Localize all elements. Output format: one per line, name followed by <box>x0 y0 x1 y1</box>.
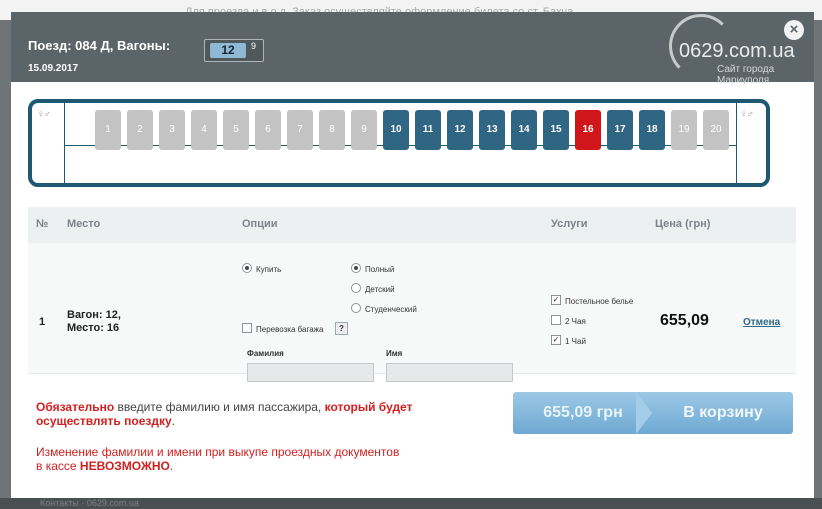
wagon-alt-number[interactable]: 9 <box>251 41 256 51</box>
order-table-header: № Место Опции Услуги Цена (грн) <box>28 207 796 243</box>
row-number: 1 <box>39 316 46 328</box>
watermark-subtitle-2: Мариуполя <box>717 75 770 86</box>
watermark-subtitle: Сайт города Мариуполя <box>717 64 774 86</box>
warning-period: . <box>171 414 175 428</box>
car-divider-right <box>736 103 737 183</box>
ticket-student-label: Студенческий <box>365 305 417 314</box>
row-place-seat: Место: 16 <box>67 322 120 334</box>
tea1-label: 1 Чай <box>565 337 586 346</box>
watermark-site: 0629.com.ua <box>679 40 795 62</box>
train-title: Поезд: 084 Д, Вагоны: <box>28 38 171 53</box>
seat-3: 3 <box>159 110 185 150</box>
seat-16[interactable]: 16 <box>575 110 601 150</box>
seat-6: 6 <box>255 110 281 150</box>
car-divider-left <box>64 103 65 183</box>
seat-15[interactable]: 15 <box>543 110 569 150</box>
col-services: Услуги <box>551 218 588 230</box>
toilet-icon-left: ♀♂ <box>37 109 51 120</box>
table-row: 1 Вагон: 12, Место: 16 Купить Полный Дет… <box>28 243 796 382</box>
buy-label: Купить <box>256 265 282 274</box>
name-label: Имя <box>386 349 403 358</box>
seat-14[interactable]: 14 <box>511 110 537 150</box>
seat-2: 2 <box>127 110 153 150</box>
row-price: 655,09 <box>660 312 709 329</box>
seat-13[interactable]: 13 <box>479 110 505 150</box>
add-to-cart-button[interactable]: 655,09 грн В корзину <box>513 392 793 434</box>
tea2-checkbox[interactable] <box>551 315 561 325</box>
wagon-seat-map: ♀♂ ♀♂ 1 2 3 4 5 6 7 8 9 10 11 12 13 14 15 16 17 18 19 20 <box>28 99 770 187</box>
seat-11[interactable]: 11 <box>415 110 441 150</box>
watermark-subtitle-1: Сайт города <box>717 64 775 75</box>
seat-selection-modal: Поезд: 084 Д, Вагоны: 12 9 15.09.2017 06… <box>11 12 814 498</box>
seat-19: 19 <box>671 110 697 150</box>
surname-label: Фамилия <box>247 349 284 358</box>
train-date: 15.09.2017 <box>28 63 79 74</box>
ticket-full-label: Полный <box>365 265 395 274</box>
seat-5: 5 <box>223 110 249 150</box>
row-place: Вагон: 12, Место: 16 <box>67 309 121 335</box>
seat-18[interactable]: 18 <box>639 110 665 150</box>
seat-1: 1 <box>95 110 121 150</box>
ticket-student-radio[interactable] <box>351 303 361 313</box>
row-place-wagon: Вагон: 12, <box>67 309 121 321</box>
buy-radio[interactable] <box>242 263 252 273</box>
linen-checkbox[interactable]: ✓ <box>551 295 561 305</box>
wagon-number-chip: 12 <box>210 43 246 58</box>
help-icon[interactable]: ? <box>335 322 348 335</box>
warning-period-2: . <box>169 459 174 473</box>
ticket-full-radio[interactable] <box>351 263 361 273</box>
modal-header: Поезд: 084 Д, Вагоны: 12 9 15.09.2017 06… <box>11 12 814 86</box>
seat-12[interactable]: 12 <box>447 110 473 150</box>
cart-arrow-icon <box>636 392 652 434</box>
warning-name-change: Изменение фамилии и имени при выкупе про… <box>36 445 406 473</box>
tea2-label: 2 Чая <box>565 317 586 326</box>
seat-9: 9 <box>351 110 377 150</box>
seat-8: 8 <box>319 110 345 150</box>
ticket-child-radio[interactable] <box>351 283 361 293</box>
linen-label: Постельное белье <box>565 297 634 306</box>
wagon-selector[interactable]: 12 9 <box>204 39 264 62</box>
cart-label: В корзину <box>683 404 763 421</box>
seat-4: 4 <box>191 110 217 150</box>
warning-name-required: Обязательно введите фамилию и имя пассаж… <box>36 400 456 428</box>
warning-required-word: Обязательно <box>36 400 115 414</box>
baggage-label: Перевозка багажа <box>256 325 324 334</box>
background-footer-text: Контакты · 0629.com.ua <box>40 498 139 508</box>
name-input[interactable] <box>386 363 513 382</box>
seat-10[interactable]: 10 <box>383 110 409 150</box>
surname-input[interactable] <box>247 363 374 382</box>
seat-7: 7 <box>287 110 313 150</box>
background-footer: Контакты · 0629.com.ua <box>0 498 822 509</box>
ticket-child-label: Детский <box>365 285 395 294</box>
warning-enter-name: введите фамилию и имя пассажира, <box>114 400 325 414</box>
col-place: Место <box>67 218 101 230</box>
cart-price: 655,09 грн <box>543 404 623 421</box>
seat-17[interactable]: 17 <box>607 110 633 150</box>
toilet-icon-right: ♀♂ <box>740 109 754 120</box>
close-button[interactable]: × <box>784 20 804 40</box>
cancel-link[interactable]: Отмена <box>743 317 780 328</box>
col-options: Опции <box>242 218 278 230</box>
tea1-checkbox[interactable]: ✓ <box>551 335 561 345</box>
col-num: № <box>36 218 49 230</box>
seat-20: 20 <box>703 110 729 150</box>
warning-impossible: НЕВОЗМОЖНО <box>79 459 170 473</box>
col-price: Цена (грн) <box>655 218 711 230</box>
baggage-checkbox[interactable] <box>242 323 252 333</box>
